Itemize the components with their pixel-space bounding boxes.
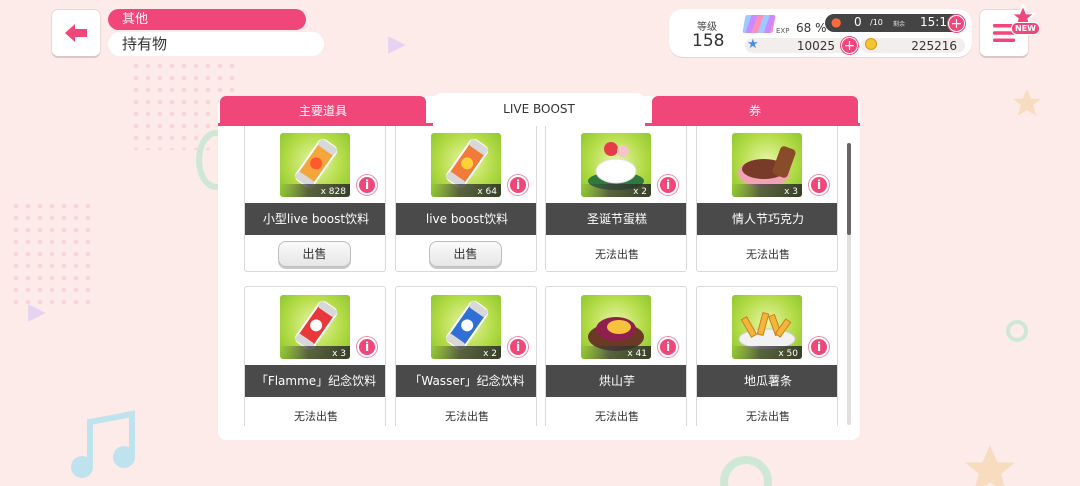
stars-value: 10025	[796, 39, 835, 53]
small-boost-drink-icon[interactable]: x 828	[280, 133, 350, 197]
item-name: 小型live boost饮料	[245, 203, 385, 235]
item-name: 「Flamme」纪念饮料	[245, 365, 385, 397]
inventory-panel: 主要道具 LIVE BOOST 券 x 828 i 小型live boost饮料出售…	[218, 93, 860, 440]
coin-icon	[865, 38, 877, 50]
item-card[interactable]: x 64 i live boost饮料出售	[395, 126, 537, 272]
item-card[interactable]: x 41 i 烘山芋无法出售	[545, 286, 687, 426]
page-title: 持有物	[108, 32, 324, 56]
item-quantity: x 828	[320, 187, 346, 197]
item-card[interactable]: x 2 i 「Wasser」纪念饮料无法出售	[395, 286, 537, 426]
item-info-button[interactable]: i	[658, 175, 678, 195]
item-quantity: x 64	[477, 187, 497, 197]
bg-dots	[10, 200, 90, 310]
add-live-points-button[interactable]: +	[948, 15, 965, 32]
item-quantity: x 3	[784, 187, 798, 197]
item-info-button[interactable]: i	[809, 175, 829, 195]
cannot-sell-label: 无法出售	[595, 248, 639, 261]
bg-ring	[1006, 320, 1028, 342]
flame-icon: ●	[831, 15, 842, 29]
add-stars-button[interactable]: +	[841, 37, 858, 54]
item-name: 圣诞节蛋糕	[546, 203, 686, 235]
cannot-sell-label: 无法出售	[294, 410, 338, 423]
item-quantity: x 2	[483, 349, 497, 359]
exp-bar	[742, 15, 776, 33]
exp-label: EXP	[776, 27, 790, 35]
item-info-button[interactable]: i	[357, 337, 377, 357]
coins-value: 225216	[911, 39, 957, 53]
cannot-sell-label: 无法出售	[595, 410, 639, 423]
bg-ring	[720, 456, 772, 486]
item-info-button[interactable]: i	[357, 175, 377, 195]
tab-label: LIVE BOOST	[503, 102, 575, 116]
player-status-panel: 等级 158 EXP 68 % ● 0 /10 剩余 15:16 + ★ 100…	[669, 9, 972, 57]
item-name: 烘山芋	[546, 365, 686, 397]
tab-main-items[interactable]: 主要道具	[220, 96, 426, 126]
scrollbar-thumb[interactable]	[847, 143, 851, 235]
bg-star-icon	[965, 445, 1015, 486]
item-name: 「Wasser」纪念饮料	[396, 365, 536, 397]
item-quantity: x 3	[332, 349, 346, 359]
bg-triangle-icon	[28, 304, 46, 322]
bg-note-icon	[71, 410, 135, 478]
wasser-drink-icon[interactable]: x 2	[431, 295, 501, 359]
item-name: 情人节巧克力	[697, 203, 837, 235]
exp-percent: 68 %	[796, 21, 827, 35]
item-quantity: x 2	[633, 187, 647, 197]
new-badge: NEW	[1011, 22, 1040, 35]
cannot-sell-label: 无法出售	[746, 248, 790, 261]
item-quantity: x 50	[778, 349, 798, 359]
item-card[interactable]: x 50 i 地瓜薯条无法出售	[696, 286, 838, 426]
flamme-drink-icon[interactable]: x 3	[280, 295, 350, 359]
back-button[interactable]	[52, 10, 100, 56]
page-title-block: 其他 持有物	[108, 9, 326, 57]
live-points-remaining-label: 剩余	[893, 21, 906, 28]
item-grid[interactable]: x 828 i 小型live boost饮料出售 x 64 i live boost饮料…	[218, 126, 860, 426]
tab-label: 主要道具	[298, 104, 347, 118]
tab-live-boost[interactable]: LIVE BOOST	[433, 93, 645, 126]
item-info-button[interactable]: i	[508, 337, 528, 357]
cannot-sell-label: 无法出售	[746, 410, 790, 423]
live-points-box: ● 0 /10 剩余 15:16	[825, 14, 965, 32]
bg-star-icon	[1012, 88, 1042, 116]
item-info-button[interactable]: i	[508, 175, 528, 195]
sell-button[interactable]: 出售	[278, 241, 351, 267]
live-points-value: 0	[854, 15, 862, 29]
item-info-button[interactable]: i	[658, 337, 678, 357]
item-info-button[interactable]: i	[809, 337, 829, 357]
sell-button[interactable]: 出售	[429, 241, 502, 267]
bg-triangle-icon	[388, 36, 406, 54]
arrow-left-icon	[65, 24, 87, 42]
item-card[interactable]: x 3 i 情人节巧克力无法出售	[696, 126, 838, 272]
boost-drink-icon[interactable]: x 64	[431, 133, 501, 197]
item-quantity: x 41	[627, 349, 647, 359]
christmas-cake-icon[interactable]: x 2	[581, 133, 651, 197]
item-card[interactable]: x 3 i 「Flamme」纪念饮料无法出售	[244, 286, 386, 426]
valentine-chocolate-icon[interactable]: x 3	[732, 133, 802, 197]
item-name: 地瓜薯条	[697, 365, 837, 397]
cannot-sell-label: 无法出售	[445, 410, 489, 423]
item-name: live boost饮料	[396, 203, 536, 235]
live-points-max: /10	[870, 18, 883, 27]
page-category: 其他	[108, 9, 306, 30]
item-card[interactable]: x 828 i 小型live boost饮料出售	[244, 126, 386, 272]
tab-label: 券	[748, 104, 761, 118]
tab-tickets[interactable]: 券	[652, 96, 858, 126]
item-card[interactable]: x 2 i 圣诞节蛋糕无法出售	[545, 126, 687, 272]
star-gem-icon: ★	[747, 37, 759, 52]
sweet-potato-fries-icon[interactable]: x 50	[732, 295, 802, 359]
baked-sweet-potato-icon[interactable]: x 41	[581, 295, 651, 359]
level-value: 158	[692, 31, 725, 51]
